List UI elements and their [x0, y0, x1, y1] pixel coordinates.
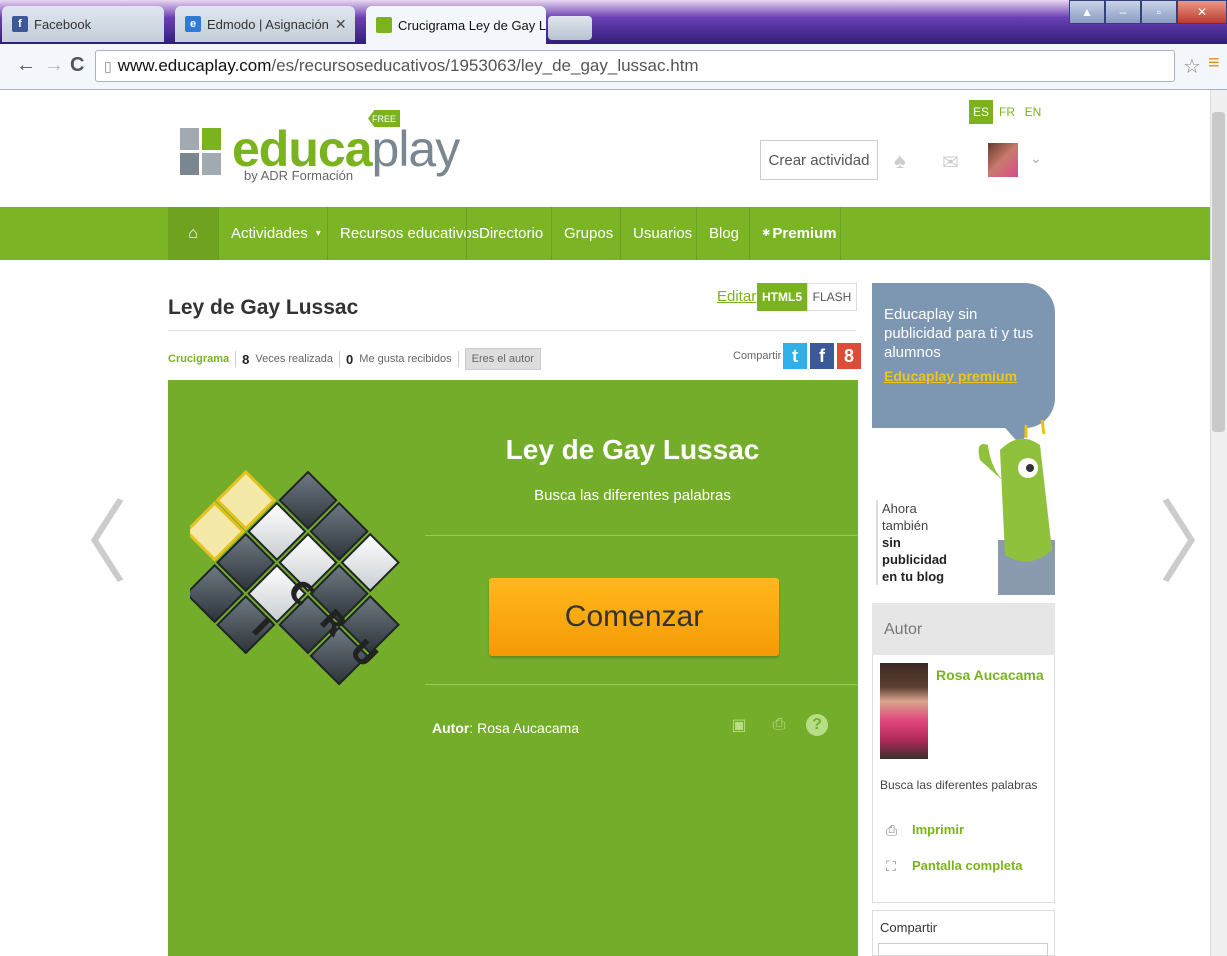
times-played-label: Veces realizada: [255, 353, 334, 365]
user-avatar[interactable]: [988, 143, 1018, 177]
user-icon[interactable]: ▲: [1069, 0, 1105, 24]
tab-strip: f Facebook e Edmodo | Asignación ✕ Cruci…: [0, 0, 1227, 44]
promo-text: Educaplay sin publicidad para ti y tus a…: [884, 306, 1034, 361]
chevron-down-icon[interactable]: ⌄: [1030, 150, 1042, 167]
mascot-icon: [978, 420, 1055, 595]
maximize-button[interactable]: ▫: [1141, 0, 1177, 24]
print-link[interactable]: Imprimir: [912, 822, 964, 837]
window-close-button[interactable]: ✕: [1177, 0, 1227, 24]
dropdown-caret-icon: ▾: [315, 228, 321, 239]
author-name-link[interactable]: Rosa Aucacama: [936, 667, 1044, 683]
tab-crucigrama[interactable]: Crucigrama Ley de Gay Lu ✕: [366, 6, 546, 44]
lang-es[interactable]: ES: [969, 100, 993, 124]
new-tab-button[interactable]: [548, 16, 592, 40]
close-tab-icon[interactable]: ✕: [335, 16, 347, 33]
nav-directorio[interactable]: Directorio: [466, 207, 555, 260]
panel-title: Ley de Gay Lussac: [505, 434, 760, 465]
share-link-field[interactable]: [878, 943, 1048, 956]
activity-title: Ley de Gay Lussac: [168, 296, 359, 319]
divider: [168, 330, 856, 331]
forward-arrow-icon[interactable]: →: [44, 54, 64, 77]
facebook-share-icon[interactable]: f: [810, 343, 834, 369]
bookmark-star-icon[interactable]: ☆: [1183, 54, 1201, 79]
google-plus-icon[interactable]: 8: [837, 343, 861, 369]
panel-author: Autor: Rosa Aucacama: [432, 720, 580, 736]
browser-toolbar: ← → C ▯ www.educaplay.com/es/recursosedu…: [0, 44, 1227, 90]
previous-arrow-icon[interactable]: 〈: [38, 470, 128, 600]
facebook-icon: f: [12, 16, 28, 32]
activity-type-link[interactable]: Crucigrama: [168, 353, 229, 365]
logo-squares-icon: [180, 128, 222, 176]
nav-actividades[interactable]: Actividades ▾: [218, 207, 333, 260]
share-label: Compartir: [733, 350, 782, 362]
twitter-icon[interactable]: t: [783, 343, 807, 369]
fullscreen-link[interactable]: Pantalla completa: [912, 858, 1023, 873]
tab-edmodo[interactable]: e Edmodo | Asignación ✕: [175, 6, 355, 42]
nav-home[interactable]: ⌂: [168, 207, 218, 260]
flash-toggle[interactable]: FLASH: [807, 283, 857, 311]
crossword-logo-icon: C R U I: [190, 469, 400, 686]
tab-facebook[interactable]: f Facebook: [2, 6, 164, 42]
home-icon: ⌂: [188, 224, 198, 242]
logo-subtitle: by ADR Formación: [244, 168, 354, 183]
panel-subtitle: Busca las diferentes palabras: [534, 487, 731, 504]
lang-en[interactable]: EN: [1021, 100, 1045, 124]
likes-count: 0: [346, 351, 354, 367]
html5-toggle[interactable]: HTML5: [757, 283, 807, 311]
minimize-button[interactable]: –: [1105, 0, 1141, 24]
address-bar[interactable]: ▯ www.educaplay.com/es/recursoseducativo…: [95, 50, 1175, 82]
divider: [425, 535, 858, 536]
nav-premium[interactable]: ✱ Premium: [749, 207, 841, 260]
share-heading: Compartir: [880, 920, 938, 935]
print-icon[interactable]: ⎙: [768, 714, 790, 736]
help-icon[interactable]: ?: [806, 714, 828, 736]
nav-usuarios[interactable]: Usuarios: [620, 207, 704, 260]
scrollbar-thumb[interactable]: [1212, 112, 1225, 432]
edit-link[interactable]: Editar: [717, 288, 756, 305]
author-badge: Eres el autor: [464, 348, 541, 370]
blog-promo: Ahora también sin publicidad en tu blog: [876, 500, 966, 585]
window-controls: ▲ – ▫ ✕: [1069, 0, 1227, 24]
mail-icon[interactable]: ✉: [942, 150, 959, 175]
educaplay-icon: [376, 17, 392, 33]
next-arrow-icon[interactable]: 〉: [1158, 470, 1227, 600]
bell-icon[interactable]: ♠: [894, 148, 906, 174]
create-activity-button[interactable]: Crear actividad: [760, 140, 878, 180]
author-heading: Autor: [872, 603, 1055, 655]
star-icon: ✱: [762, 228, 771, 239]
reload-icon[interactable]: C: [70, 54, 84, 77]
back-arrow-icon[interactable]: ←: [16, 54, 36, 77]
nav-blog[interactable]: Blog: [696, 207, 751, 260]
activity-meta: Crucigrama 8 Veces realizada 0 Me gusta …: [168, 348, 541, 370]
fullscreen-icon: ⛶: [886, 858, 896, 874]
lang-fr[interactable]: FR: [995, 100, 1019, 124]
edmodo-icon: e: [185, 16, 201, 32]
nav-grupos[interactable]: Grupos: [551, 207, 625, 260]
start-button[interactable]: Comenzar: [489, 578, 779, 656]
embed-icon[interactable]: ▣: [728, 714, 750, 736]
menu-icon[interactable]: ≡: [1208, 52, 1220, 75]
printer-icon: ⎙: [886, 822, 898, 838]
author-avatar[interactable]: [880, 663, 928, 759]
free-badge: FREE: [368, 110, 400, 127]
page-icon: ▯: [104, 57, 112, 74]
divider: [425, 684, 858, 685]
times-played-count: 8: [242, 351, 250, 367]
likes-label: Me gusta recibidos: [359, 353, 452, 365]
activity-description: Busca las diferentes palabras: [880, 778, 1038, 792]
premium-link[interactable]: Educaplay premium: [884, 368, 1017, 384]
